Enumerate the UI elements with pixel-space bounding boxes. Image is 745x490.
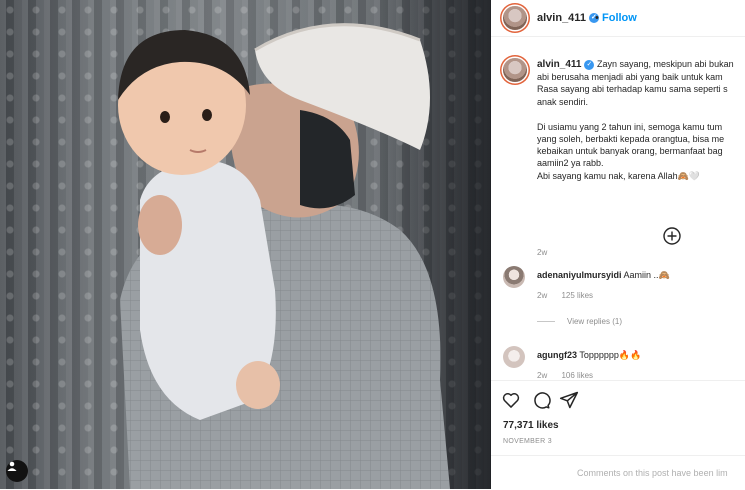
- comment-timestamp[interactable]: 2w: [537, 291, 547, 300]
- follow-button[interactable]: Follow: [602, 12, 637, 24]
- commenter-username[interactable]: adenaniyulmursyidi: [537, 270, 622, 280]
- post-photo[interactable]: [0, 0, 491, 489]
- post-header: alvin_411 ✓ • Follow: [491, 0, 745, 37]
- caption-line: kebaikan untuk banyak orang, bermanfaat …: [537, 146, 723, 157]
- caption-text: alvin_411 ✓ Zayn sayang, meskipun abi buk…: [537, 58, 745, 182]
- comment-text: adenaniyulmursyidi Aamiin ..🙈: [537, 270, 670, 281]
- commenter-username[interactable]: agungf23: [537, 350, 577, 360]
- author-avatar[interactable]: [503, 6, 527, 30]
- post-date[interactable]: NOVEMBER 3: [503, 438, 552, 445]
- replies-divider: [537, 321, 555, 323]
- plus-circle-icon[interactable]: [662, 226, 682, 246]
- author-username-text[interactable]: alvin_411: [537, 12, 586, 24]
- caption-username[interactable]: alvin_411: [537, 59, 581, 70]
- caption-paragraph-gap: [537, 108, 745, 121]
- post-side-panel: alvin_411 ✓ • Follow alvin_411 ✓ Zayn saya…: [491, 0, 745, 489]
- caption-line: anak sendiri.: [537, 96, 589, 107]
- caption-line: Di usiamu yang 2 tahun ini, semoga kamu …: [537, 121, 723, 132]
- view-replies-button[interactable]: View replies (1): [537, 317, 622, 326]
- caption-line: abi berusaha menjadi abi yang baik untuk…: [537, 72, 723, 83]
- caption-author-avatar[interactable]: [503, 58, 527, 82]
- comment-likes[interactable]: 125 likes: [561, 291, 593, 300]
- user-tag-icon: [7, 461, 17, 471]
- caption-timestamp[interactable]: 2w: [537, 248, 547, 257]
- caption-line: Abi sayang kamu nak, karena Allah🙈🤍: [537, 170, 700, 181]
- header-separator: •: [595, 12, 599, 24]
- comment-text: agungf23 Topppppp🔥🔥: [537, 350, 641, 361]
- comment-meta: 2w 125 likes: [537, 291, 593, 300]
- user-tag-button[interactable]: [6, 460, 28, 482]
- comment-likes[interactable]: 106 likes: [561, 371, 593, 380]
- commenter-avatar[interactable]: [503, 346, 525, 368]
- author-username[interactable]: alvin_411 ✓: [537, 12, 599, 24]
- comment-timestamp[interactable]: 2w: [537, 371, 547, 380]
- view-replies-label[interactable]: View replies (1): [567, 317, 622, 326]
- comment-body: Aamiin ..🙈: [623, 270, 670, 280]
- post-likes-count[interactable]: 77,371 likes: [503, 420, 559, 431]
- caption-line: yang soleh, berbakti kepada orangtua, bi…: [537, 134, 725, 145]
- caption-line: Zayn sayang, meskipun abi bukan: [597, 59, 734, 69]
- comment-bubble-icon[interactable]: [531, 390, 551, 410]
- photo-figures: [118, 23, 450, 489]
- caption-line: Rasa sayang abi terhadap kamu sama seper…: [537, 84, 728, 95]
- comment-meta: 2w 106 likes: [537, 371, 593, 380]
- comment-body: Topppppp🔥🔥: [579, 350, 642, 360]
- paper-plane-icon[interactable]: [559, 390, 579, 410]
- verified-badge-icon: ✓: [584, 59, 595, 70]
- comments-limited-text: Comments on this post have been lim: [577, 468, 728, 478]
- caption-line: aamiin2 ya rabb.: [537, 158, 604, 169]
- comments-limited-footer: Comments on this post have been lim: [491, 455, 745, 490]
- heart-icon[interactable]: [501, 390, 521, 410]
- commenter-avatar[interactable]: [503, 266, 525, 288]
